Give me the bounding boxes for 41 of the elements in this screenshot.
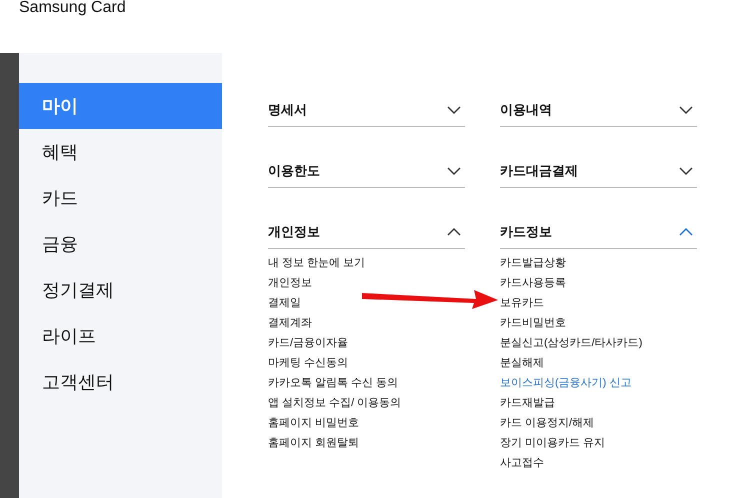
menu-link[interactable]: 홈페이지 회원탈퇴: [268, 433, 360, 453]
menu-link[interactable]: 앱 설치정보 수집/ 이용동의: [268, 393, 402, 413]
menu-link[interactable]: 마케팅 수신동의: [268, 353, 348, 373]
menu-link[interactable]: 카드재발급: [500, 393, 555, 413]
section-header[interactable]: 이용한도: [268, 154, 465, 188]
brand-title: Samsung Card: [19, 0, 127, 16]
menu-link[interactable]: 개인정보: [268, 273, 312, 293]
menu-link[interactable]: 결제일: [268, 293, 301, 313]
menu-link[interactable]: 결제계좌: [268, 313, 312, 333]
menu-link[interactable]: 내 정보 한눈에 보기: [268, 253, 366, 273]
sidebar-item[interactable]: 정기결제: [19, 267, 222, 313]
menu-link[interactable]: 카드 이용정지/해제: [500, 413, 594, 433]
section-title: 카드대금결제: [500, 162, 578, 180]
menu-link[interactable]: 보유카드: [500, 293, 544, 313]
menu-link[interactable]: 사고접수: [500, 453, 544, 473]
menu-link[interactable]: 홈페이지 비밀번호: [268, 413, 360, 433]
sidebar-item[interactable]: 라이프: [19, 313, 222, 359]
menu-link[interactable]: 카드발급상황: [500, 253, 566, 273]
section-title: 명세서: [268, 100, 307, 119]
sidebar-item[interactable]: 카드: [19, 175, 222, 221]
menu-link[interactable]: 카드사용등록: [500, 273, 566, 293]
section-header[interactable]: 개인정보: [268, 215, 465, 249]
menu-link[interactable]: 장기 미이용카드 유지: [500, 433, 606, 453]
menu-link[interactable]: 보이스피싱(금융사기) 신고: [500, 373, 632, 393]
menu-link[interactable]: 카드비밀번호: [500, 313, 566, 333]
section-header[interactable]: 카드대금결제: [500, 154, 697, 188]
section-title: 이용내역: [500, 100, 552, 119]
section-title: 개인정보: [268, 222, 320, 241]
section-title: 이용한도: [268, 162, 320, 180]
sidebar-item[interactable]: 고객센터: [19, 359, 222, 405]
menu-link[interactable]: 카드/금융이자율: [268, 333, 348, 353]
section-title: 카드정보: [500, 222, 552, 241]
sidebar-item[interactable]: 혜택: [19, 129, 222, 175]
menu-link[interactable]: 분실해제: [500, 353, 544, 373]
menu-link[interactable]: 분실신고(삼성카드/타사카드): [500, 333, 642, 353]
sidebar-item[interactable]: 금융: [19, 221, 222, 267]
sidebar-item[interactable]: 마이: [19, 83, 222, 129]
section-header[interactable]: 카드정보: [500, 215, 697, 249]
menu-link[interactable]: 카카오톡 알림톡 수신 동의: [268, 373, 398, 393]
section-header[interactable]: 이용내역: [500, 93, 697, 127]
section-header[interactable]: 명세서: [268, 93, 465, 127]
